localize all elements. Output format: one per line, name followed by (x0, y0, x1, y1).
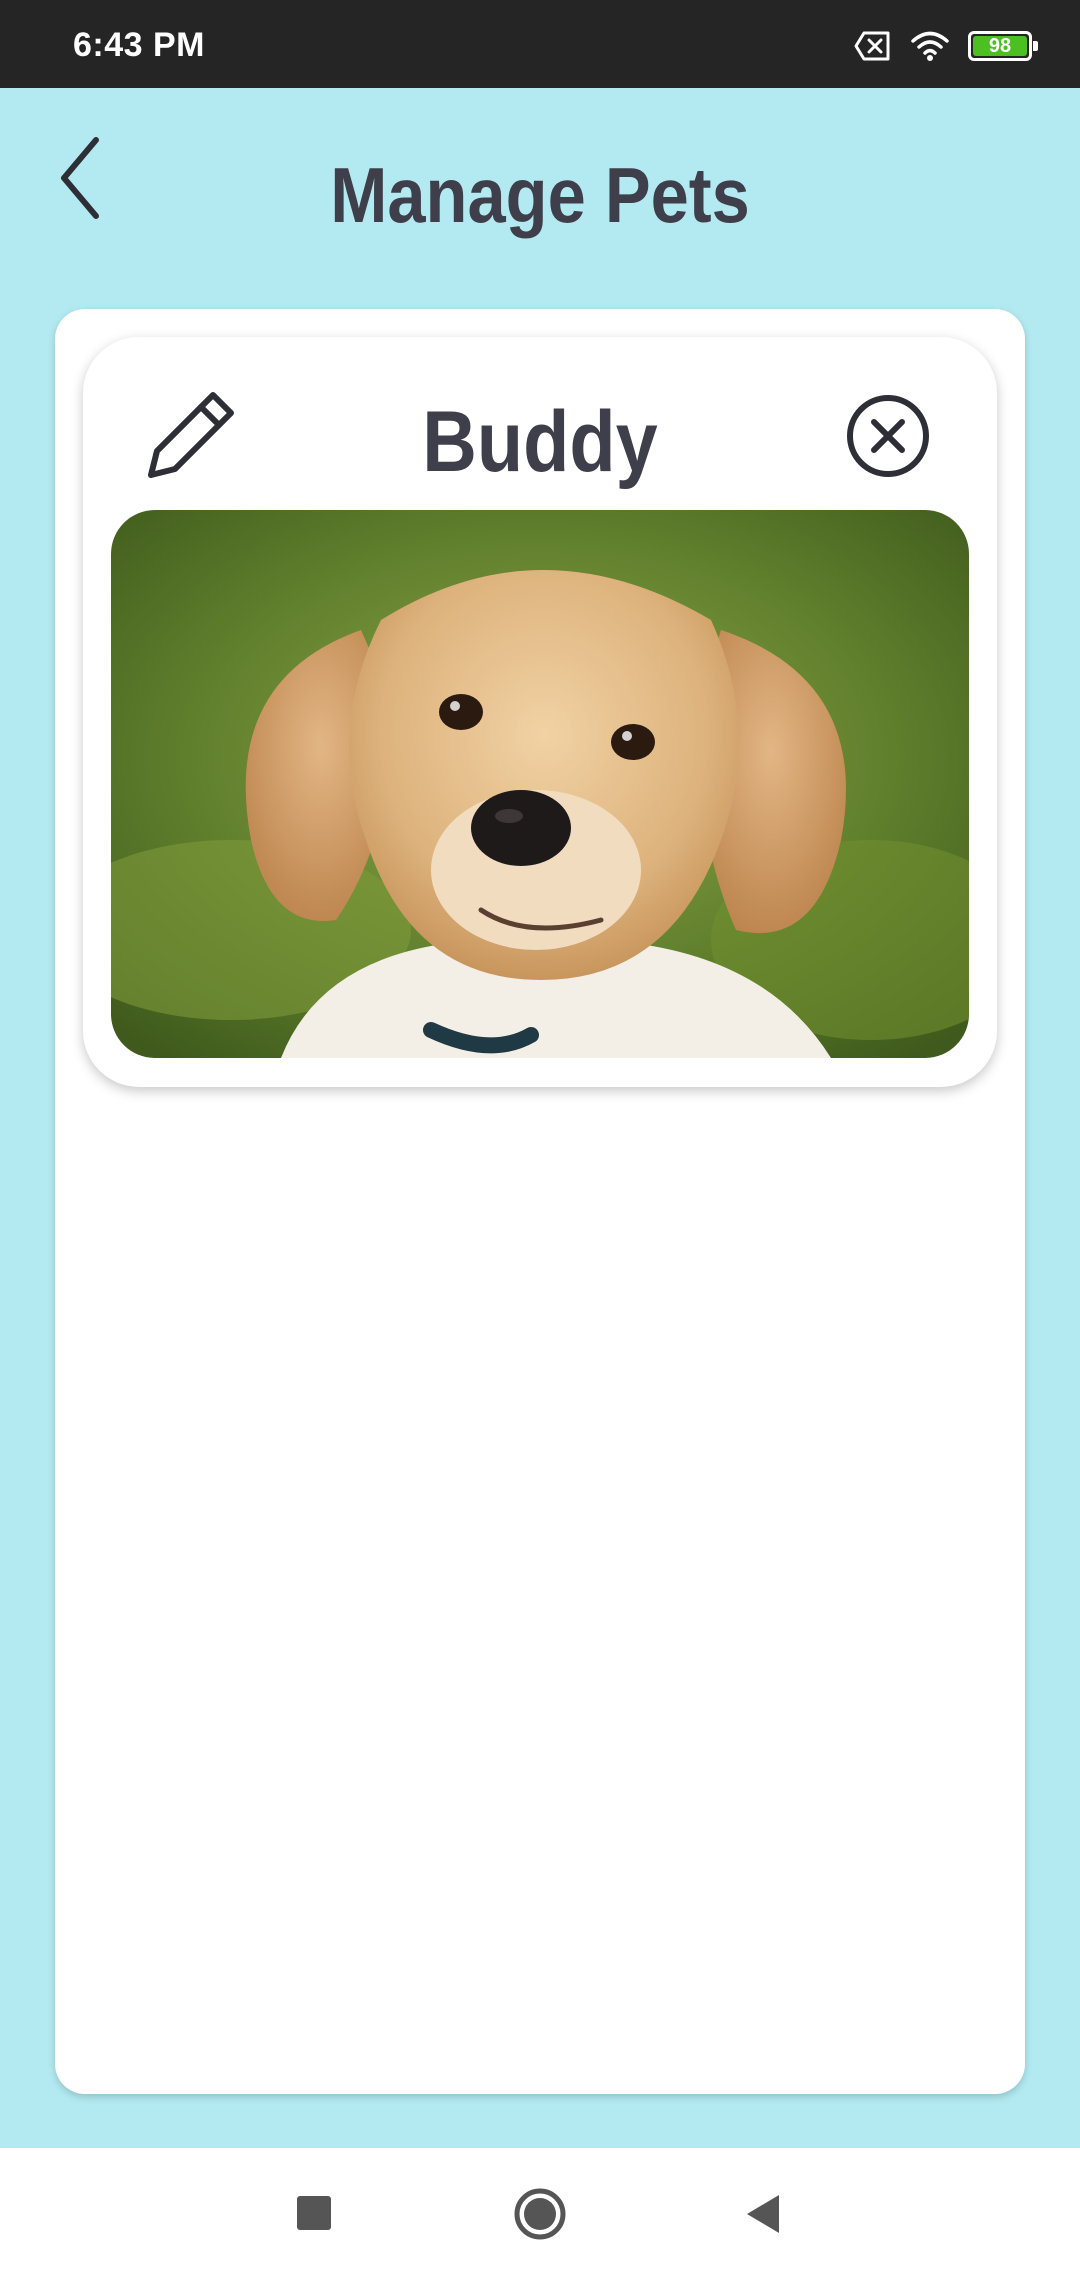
back-icon (747, 2195, 779, 2233)
dog-photo-image (111, 510, 969, 1058)
status-icons: 98 (854, 26, 1038, 66)
wifi-icon (910, 30, 950, 62)
battery-level: 98 (988, 35, 1012, 57)
close-circle-icon (847, 395, 929, 477)
recent-apps-button[interactable] (285, 2184, 345, 2244)
battery-icon: 98 (968, 31, 1038, 61)
home-icon (514, 2188, 566, 2240)
pet-photo[interactable] (111, 510, 969, 1058)
page-title: Manage Pets (330, 151, 750, 239)
status-bar: 6:43 PM 98 (0, 0, 1080, 88)
pet-card[interactable]: Buddy (83, 337, 997, 1087)
pet-name: Buddy (422, 394, 658, 490)
sim-off-icon (854, 31, 892, 61)
back-nav-button[interactable] (735, 2184, 795, 2244)
delete-pet-button[interactable] (845, 393, 931, 479)
recent-apps-icon (297, 2196, 331, 2230)
pets-list-panel: Buddy (55, 309, 1025, 2094)
navigation-bar (0, 2148, 1080, 2280)
status-time: 6:43 PM (73, 26, 205, 64)
app-header: Manage Pets (0, 88, 1080, 308)
home-button[interactable] (510, 2184, 570, 2244)
